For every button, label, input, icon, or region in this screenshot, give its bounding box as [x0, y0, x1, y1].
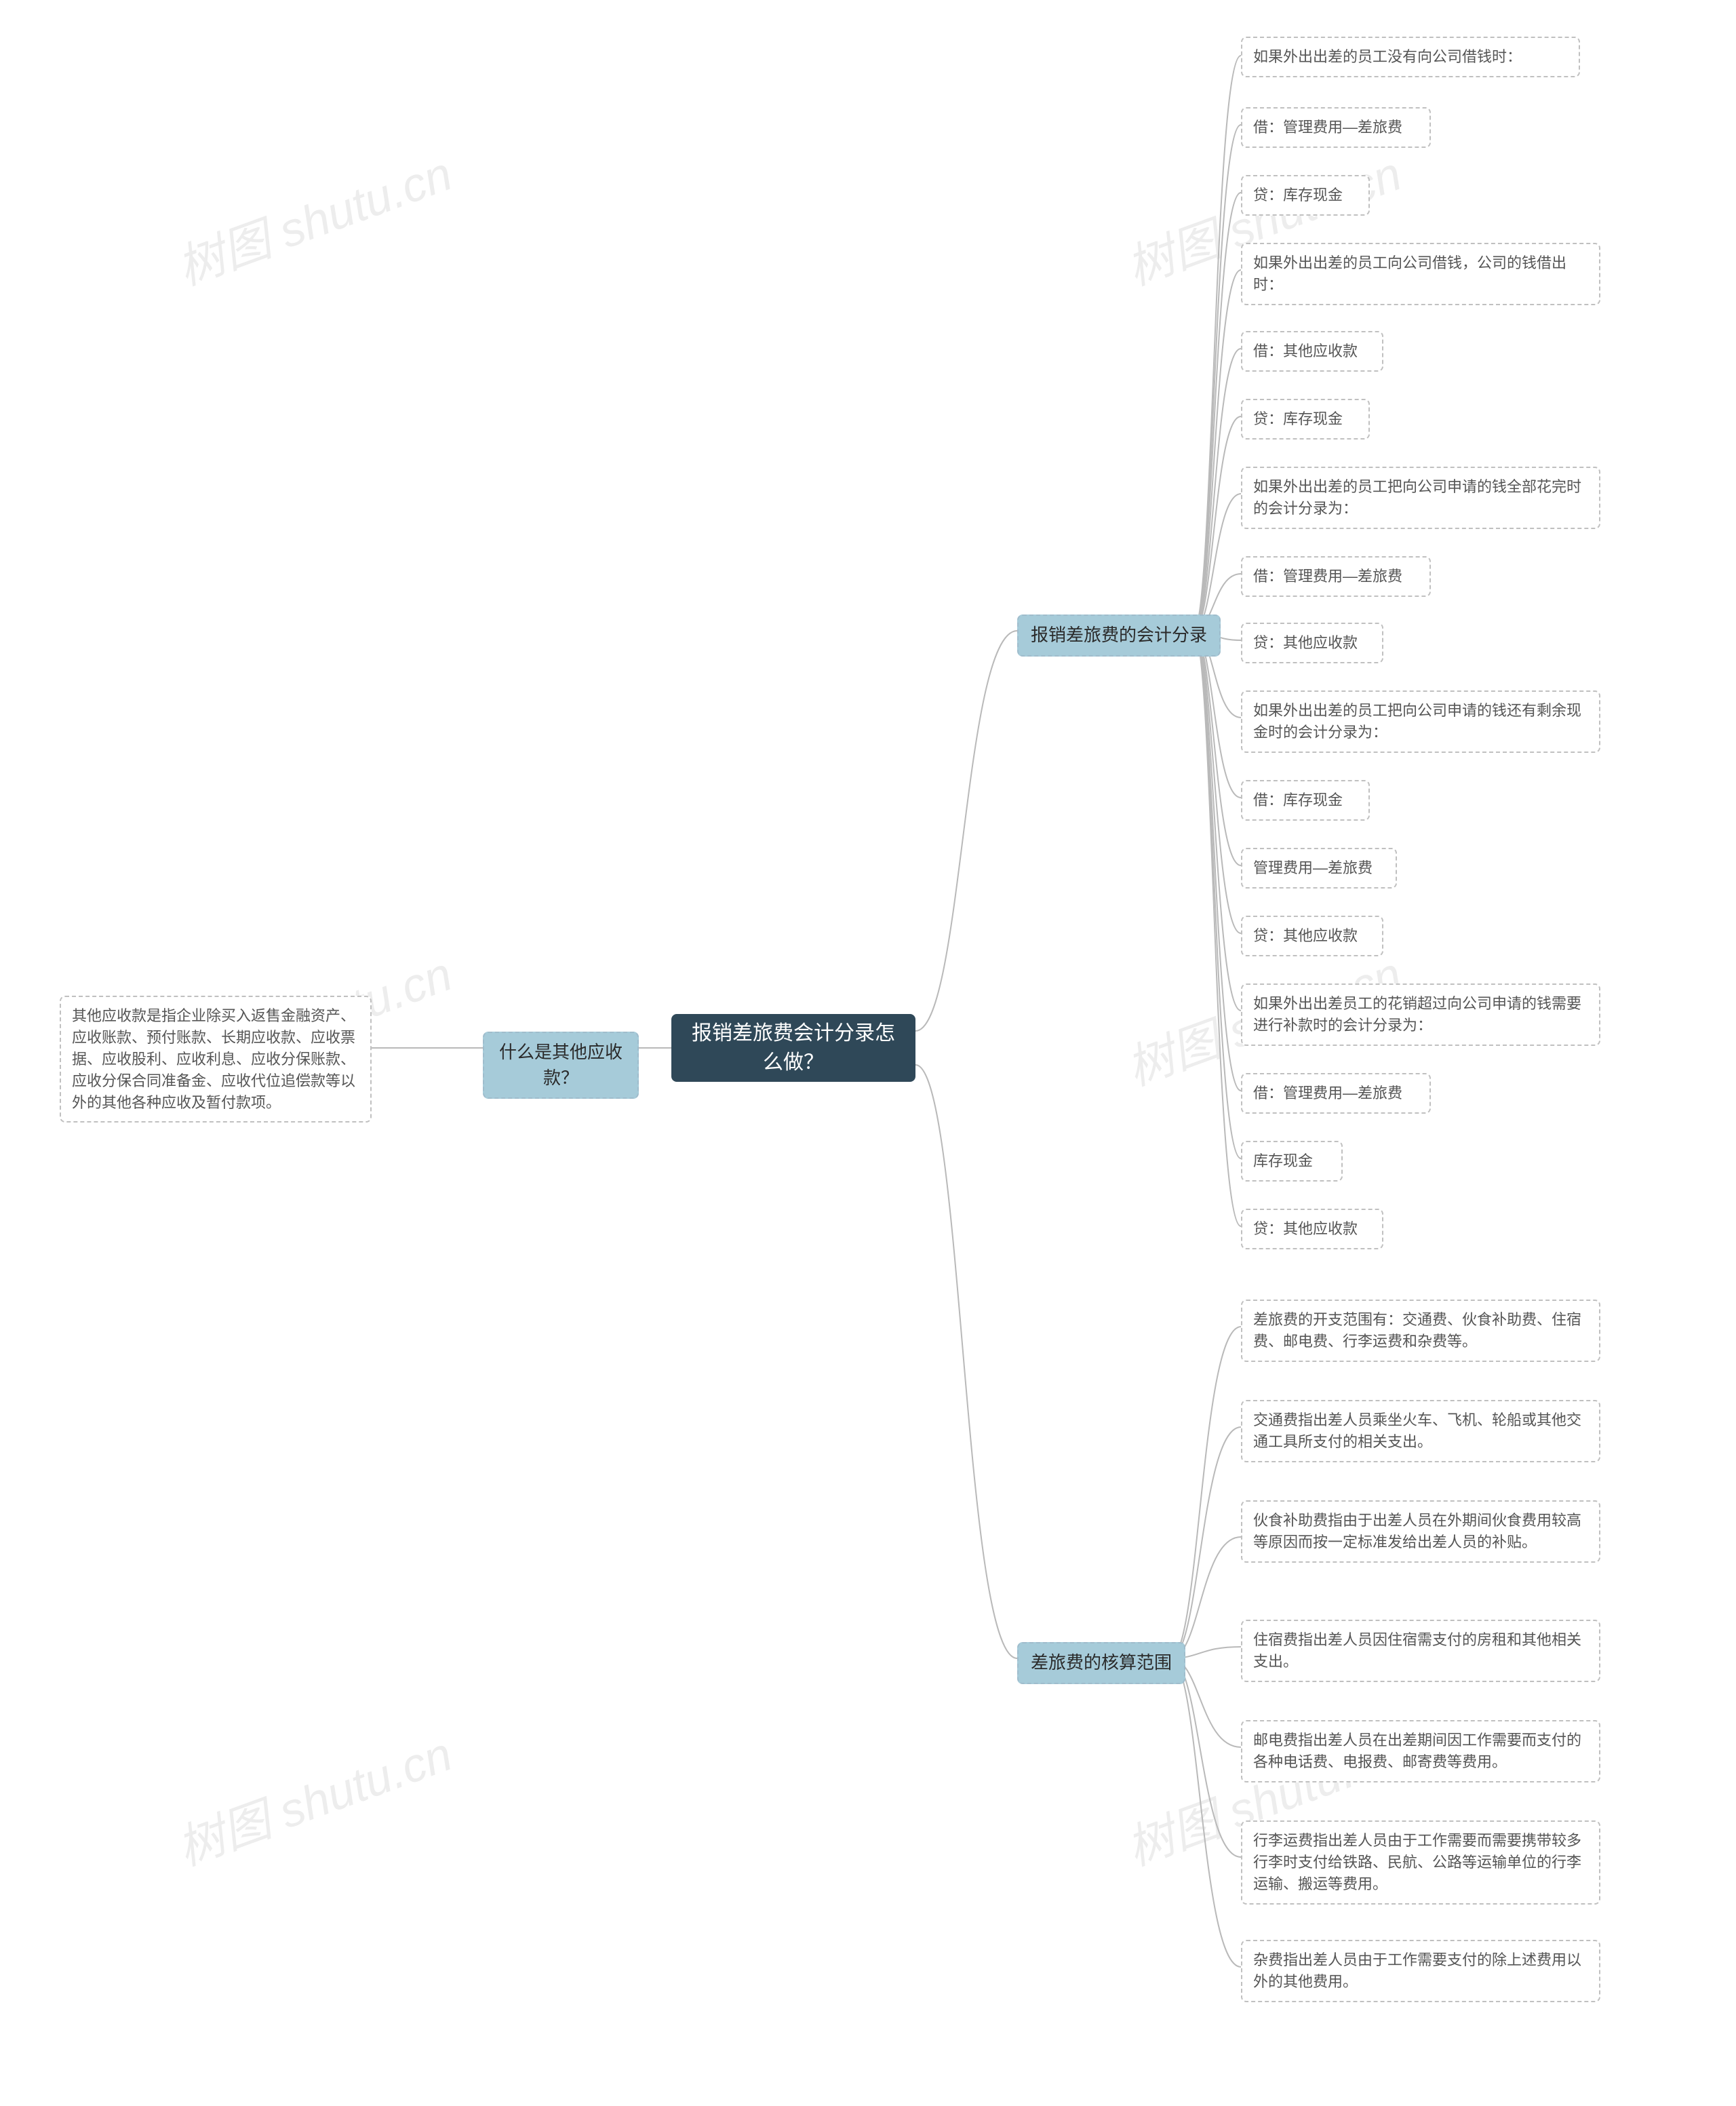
leaf-node: 贷：其他应收款: [1241, 623, 1383, 663]
leaf-node: 杂费指出差人员由于工作需要支付的除上述费用以外的其他费用。: [1241, 1940, 1600, 2002]
leaf-node: 管理费用—差旅费: [1241, 848, 1397, 889]
watermark: 树图 shutu.cn: [167, 136, 460, 299]
leaf-node: 借：管理费用—差旅费: [1241, 107, 1431, 148]
leaf-node: 贷：其他应收款: [1241, 1209, 1383, 1249]
root-node[interactable]: 报销差旅费会计分录怎么做？: [671, 1014, 915, 1082]
branch-other-receivables[interactable]: 什么是其他应收款？: [483, 1032, 639, 1099]
leaf-node: 如果外出出差的员工向公司借钱，公司的钱借出时：: [1241, 243, 1600, 305]
leaf-node: 如果外出出差的员工把向公司申请的钱全部花完时的会计分录为：: [1241, 467, 1600, 529]
leaf-node: 借：管理费用—差旅费: [1241, 1073, 1431, 1114]
leaf-node: 贷：库存现金: [1241, 399, 1370, 440]
leaf-node: 伙食补助费指由于出差人员在外期间伙食费用较高等原因而按一定标准发给出差人员的补贴…: [1241, 1500, 1600, 1563]
leaf-node: 借：其他应收款: [1241, 331, 1383, 372]
leaf-node: 贷：其他应收款: [1241, 916, 1383, 956]
leaf-node: 贷：库存现金: [1241, 175, 1370, 216]
leaf-node: 如果外出出差员工的花销超过向公司申请的钱需要进行补款时的会计分录为：: [1241, 983, 1600, 1046]
branch-scope[interactable]: 差旅费的核算范围: [1017, 1642, 1185, 1684]
watermark: 树图 shutu.cn: [167, 1717, 460, 1879]
leaf-node: 借：库存现金: [1241, 780, 1370, 821]
leaf-node: 如果外出出差的员工没有向公司借钱时：: [1241, 37, 1580, 77]
leaf-node: 如果外出出差的员工把向公司申请的钱还有剩余现金时的会计分录为：: [1241, 690, 1600, 753]
branch-accounting-entries[interactable]: 报销差旅费的会计分录: [1017, 615, 1221, 657]
leaf-node: 库存现金: [1241, 1141, 1343, 1182]
leaf-node: 借：管理费用—差旅费: [1241, 556, 1431, 597]
leaf-node: 邮电费指出差人员在出差期间因工作需要而支付的各种电话费、电报费、邮寄费等费用。: [1241, 1720, 1600, 1782]
leaf-other-receivables-def: 其他应收款是指企业除买入返售金融资产、应收账款、预付账款、长期应收款、应收票据、…: [60, 996, 372, 1123]
leaf-node: 交通费指出差人员乘坐火车、飞机、轮船或其他交通工具所支付的相关支出。: [1241, 1400, 1600, 1462]
leaf-node: 住宿费指出差人员因住宿需支付的房租和其他相关支出。: [1241, 1620, 1600, 1682]
leaf-node: 差旅费的开支范围有：交通费、伙食补助费、住宿费、邮电费、行李运费和杂费等。: [1241, 1300, 1600, 1362]
leaf-node: 行李运费指出差人员由于工作需要而需要携带较多行李时支付给铁路、民航、公路等运输单…: [1241, 1820, 1600, 1905]
